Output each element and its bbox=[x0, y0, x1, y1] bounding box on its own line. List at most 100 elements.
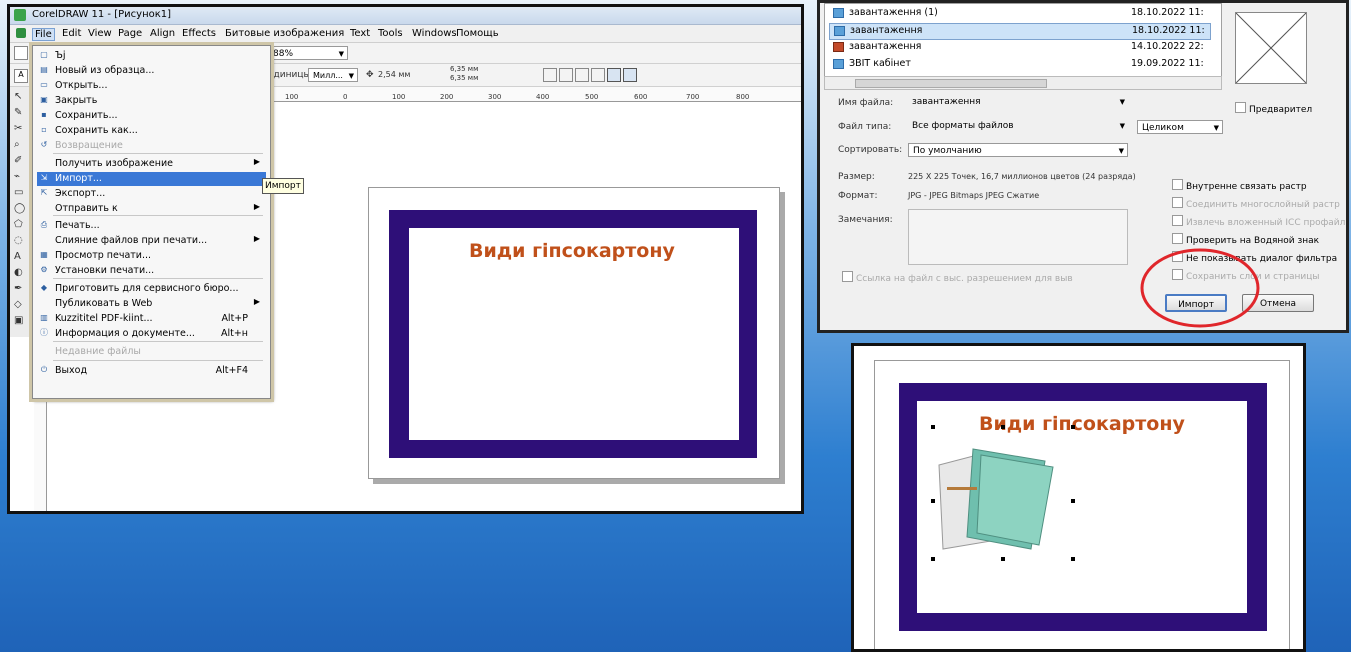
pick-tool-icon[interactable]: ↖ bbox=[14, 91, 28, 103]
spiral-tool-icon[interactable]: ◌ bbox=[14, 235, 28, 247]
menu-help[interactable]: Помощь bbox=[456, 28, 499, 39]
selection-handle[interactable] bbox=[1001, 425, 1005, 429]
selection-handle[interactable] bbox=[931, 425, 935, 429]
gypsum-board-image[interactable] bbox=[933, 445, 1063, 555]
file-menu-item-label: Установки печати... bbox=[55, 265, 155, 276]
file-menu-item[interactable]: ▪ Сохранить... bbox=[37, 109, 266, 123]
menu-file[interactable]: File bbox=[32, 28, 55, 41]
selection-handle[interactable] bbox=[1001, 557, 1005, 561]
snap-icon[interactable] bbox=[575, 68, 589, 82]
sort-select[interactable]: По умолчанию ▼ bbox=[908, 143, 1128, 157]
dup-x-value[interactable]: 6,35 мм bbox=[450, 65, 478, 73]
align-icon[interactable] bbox=[591, 68, 605, 82]
option-checkbox[interactable]: Внутренне связать растр bbox=[1172, 179, 1307, 192]
page-size-icon[interactable]: A bbox=[14, 69, 28, 83]
save-icon: ▪ bbox=[41, 110, 47, 119]
file-list-row[interactable]: завантаження (1) 18.10.2022 11: bbox=[829, 6, 1209, 21]
file-menu-item[interactable]: ◆ Приготовить для сервисного бюро... bbox=[37, 282, 266, 296]
dup-y-value[interactable]: 6,35 мм bbox=[450, 74, 478, 82]
menu-edit[interactable]: Edit bbox=[62, 28, 81, 39]
shape-tool-icon[interactable]: ✎ bbox=[14, 107, 28, 119]
polygon-tool-icon[interactable]: ⬠ bbox=[14, 219, 28, 231]
scroll-thumb[interactable] bbox=[855, 79, 1047, 88]
wireframe-icon[interactable] bbox=[559, 68, 573, 82]
option-checkbox[interactable]: Извлечь вложенный ICC профайл bbox=[1172, 215, 1345, 228]
selection-handle[interactable] bbox=[1071, 499, 1075, 503]
crop-tool-icon[interactable]: ✂ bbox=[14, 123, 28, 135]
empty-preview-icon bbox=[1235, 12, 1307, 84]
preview-checkbox[interactable]: Предварител bbox=[1235, 102, 1312, 115]
ellipse-tool-icon[interactable]: ◯ bbox=[14, 203, 28, 215]
page-title[interactable]: Види гіпсокартону bbox=[469, 240, 675, 262]
filetype-select[interactable]: Все форматы файлов ▼ bbox=[908, 119, 1128, 133]
toolbar-buttons bbox=[543, 68, 663, 82]
document-page[interactable]: Види гіпсокартону bbox=[874, 360, 1290, 649]
filename-input[interactable]: завантаження ▼ bbox=[908, 95, 1128, 109]
grid-icon[interactable] bbox=[543, 68, 557, 82]
text-tool-icon[interactable]: A bbox=[14, 251, 28, 263]
menu-effects[interactable]: Effects bbox=[182, 28, 216, 39]
file-menu-item[interactable]: ↺ Возвращение bbox=[37, 139, 266, 153]
file-menu-item[interactable]: ▥ Kuzzititel PDF-kiint... Alt+P bbox=[37, 312, 266, 326]
file-menu-item[interactable]: ▤ Новый из образца... bbox=[37, 64, 266, 78]
view-mode-icon[interactable] bbox=[623, 68, 637, 82]
interactive-tool-icon[interactable]: ◐ bbox=[14, 267, 28, 279]
file-list-row[interactable]: завантаження 18.10.2022 11: bbox=[829, 23, 1211, 40]
menu-bitmaps[interactable]: Битовые изображения bbox=[225, 28, 344, 39]
file-menu-item[interactable]: ⇲ Импорт... bbox=[37, 172, 266, 186]
option-checkbox[interactable]: Соединить многослойный растр bbox=[1172, 197, 1340, 210]
file-menu-item[interactable]: Недавние файлы bbox=[37, 345, 266, 359]
file-menu-item[interactable]: Публиковать в Web ▶ bbox=[37, 297, 266, 311]
file-menu-item-label: Получить изображение bbox=[55, 158, 173, 169]
file-menu-item-label: Импорт... bbox=[55, 173, 102, 184]
nudge-value[interactable]: 2,54 мм bbox=[378, 70, 410, 79]
file-menu-item[interactable]: ▫ Сохранить как... bbox=[37, 124, 266, 138]
file-menu-item-label: Экспорт... bbox=[55, 188, 106, 199]
fill-tool-icon[interactable]: ▣ bbox=[14, 315, 28, 327]
zoom-tool-icon[interactable]: ⌕ bbox=[14, 139, 28, 151]
file-menu-item[interactable]: ⇱ Экспорт... bbox=[37, 187, 266, 201]
smart-tool-icon[interactable]: ⌁ bbox=[14, 171, 28, 183]
file-menu-item[interactable]: ▦ Просмотр печати... bbox=[37, 249, 266, 263]
selection-handle[interactable] bbox=[931, 499, 935, 503]
units-label: единицы: bbox=[268, 70, 314, 80]
file-menu-item[interactable]: ⏻ Выход Alt+F4 bbox=[37, 364, 266, 378]
rectangle-tool-icon[interactable]: ▭ bbox=[14, 187, 28, 199]
menu-page[interactable]: Page bbox=[118, 28, 142, 39]
selection-handle[interactable] bbox=[931, 557, 935, 561]
file-menu-item[interactable]: ▭ Открыть... bbox=[37, 79, 266, 93]
info-icon: ⓘ bbox=[40, 328, 48, 337]
units-combo[interactable]: Милл... ▼ bbox=[308, 68, 358, 82]
link-checkbox[interactable]: Ссылка на файл с выс. разрешением для вы… bbox=[842, 271, 1073, 284]
file-menu-item[interactable]: ⎙ Печать... bbox=[37, 219, 266, 233]
outline-tool-icon[interactable]: ◇ bbox=[14, 299, 28, 311]
file-list-row[interactable]: ЗВІТ кабінет 19.09.2022 11: bbox=[829, 57, 1209, 72]
file-list-row[interactable]: завантаження 14.10.2022 22: bbox=[829, 40, 1209, 55]
menu-windows[interactable]: Windows bbox=[412, 28, 457, 39]
eyedropper-tool-icon[interactable]: ✒ bbox=[14, 283, 28, 295]
document-page[interactable]: Види гіпсокартону bbox=[368, 187, 780, 479]
file-menu-item[interactable]: ⓘ Информация о документе... Alt+н bbox=[37, 327, 266, 341]
menu-align[interactable]: Align bbox=[150, 28, 175, 39]
menu-view[interactable]: View bbox=[88, 28, 112, 39]
file-menu-item[interactable]: Получить изображение ▶ bbox=[37, 157, 266, 171]
file-menu-item[interactable]: ⚙ Установки печати... bbox=[37, 264, 266, 278]
file-menu-item[interactable]: ▢ Ъj bbox=[37, 49, 266, 63]
view-mode-icon[interactable] bbox=[607, 68, 621, 82]
menu-text[interactable]: Text bbox=[350, 28, 370, 39]
filetype-mode-select[interactable]: Целиком ▼ bbox=[1137, 120, 1223, 134]
new-doc-icon[interactable] bbox=[14, 46, 28, 60]
file-menu-item-label: Недавние файлы bbox=[55, 346, 141, 357]
selection-handle[interactable] bbox=[1071, 557, 1075, 561]
zoom-combo[interactable]: 88% ▼ bbox=[268, 46, 348, 60]
freehand-tool-icon[interactable]: ✐ bbox=[14, 155, 28, 167]
file-menu-item[interactable]: Отправить к ▶ bbox=[37, 202, 266, 216]
image-file-icon bbox=[833, 59, 844, 69]
menu-tools[interactable]: Tools bbox=[378, 28, 403, 39]
format-label: Формат: bbox=[838, 191, 878, 201]
horizontal-scrollbar[interactable] bbox=[824, 76, 1222, 90]
selection-handle[interactable] bbox=[1071, 425, 1075, 429]
file-menu-item[interactable]: Слияние файлов при печати... ▶ bbox=[37, 234, 266, 248]
file-menu-item[interactable]: ▣ Закрыть bbox=[37, 94, 266, 108]
page-title[interactable]: Види гіпсокартону bbox=[979, 413, 1185, 435]
